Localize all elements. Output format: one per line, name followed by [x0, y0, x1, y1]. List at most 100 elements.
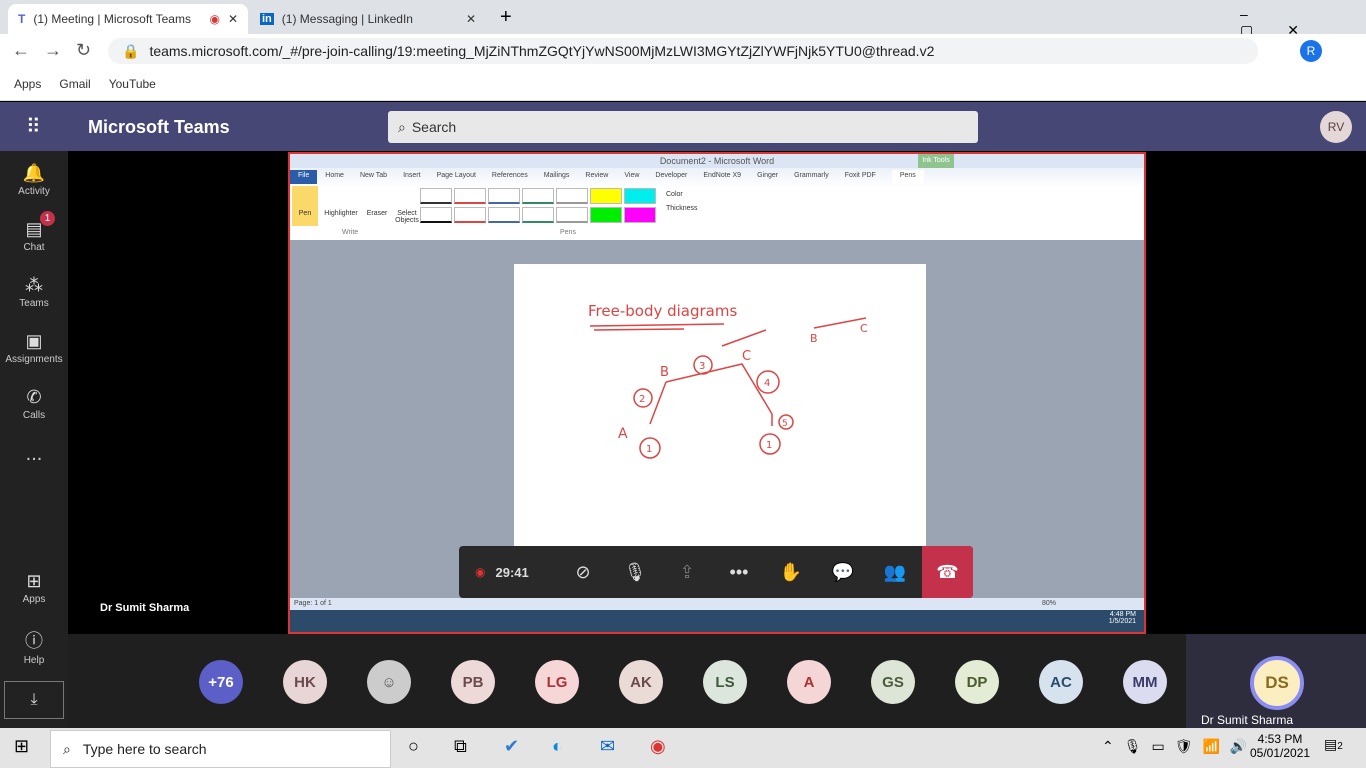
participant-avatar[interactable]: AC	[1039, 660, 1083, 704]
todo-icon[interactable]: ✔	[504, 736, 519, 757]
participant-avatar[interactable]: LS	[703, 660, 747, 704]
pen-swatch[interactable]	[420, 188, 452, 204]
pen-swatch[interactable]	[454, 188, 486, 204]
write-tool[interactable]: Highlighter	[322, 186, 360, 226]
camera-off-button[interactable]: ⊘	[557, 546, 609, 598]
thickness-option[interactable]: Thickness	[666, 202, 698, 216]
label-b2: B	[810, 332, 818, 345]
bookmark-apps[interactable]: Apps	[14, 77, 41, 91]
more-button[interactable]: •••	[713, 546, 765, 598]
label-1b: 1	[766, 440, 772, 451]
pen-swatch[interactable]	[488, 207, 520, 223]
raise-hand-button[interactable]: ✋	[765, 546, 817, 598]
write-tool[interactable]: Select Objects	[394, 186, 420, 226]
pen-swatch[interactable]	[590, 188, 622, 204]
rail-teams[interactable]: ⁂ Teams	[0, 275, 68, 309]
word-tab[interactable]: New Tab	[352, 170, 395, 184]
tab-linkedin[interactable]: in (1) Messaging | LinkedIn ✕	[250, 4, 486, 34]
word-tab[interactable]: View	[616, 170, 647, 184]
url-bar[interactable]: 🔒 teams.microsoft.com/_#/pre-join-calling…	[108, 38, 1258, 64]
download-app-button[interactable]: ⤓	[4, 681, 64, 719]
participant-avatar[interactable]: PB	[451, 660, 495, 704]
pen-swatch[interactable]	[556, 207, 588, 223]
pen-swatch[interactable]	[488, 188, 520, 204]
bookmark-youtube[interactable]: YouTube	[109, 77, 156, 91]
search-input[interactable]: ⌕ Search	[388, 111, 978, 143]
bookmark-gmail[interactable]: Gmail	[59, 77, 90, 91]
label-b: B	[660, 365, 669, 380]
word-tab[interactable]: Foxit PDF	[837, 170, 884, 184]
cortana-icon[interactable]: ○	[408, 736, 419, 757]
participant-avatar[interactable]: AK	[619, 660, 663, 704]
mail-icon[interactable]: ✉	[600, 736, 615, 757]
rail-apps[interactable]: ⊞ Apps	[0, 571, 68, 605]
notification-count: 2	[1337, 741, 1343, 752]
participant-avatar[interactable]: A	[787, 660, 831, 704]
word-tab[interactable]: Ginger	[749, 170, 786, 184]
system-tray[interactable]: ⌃🎙▭🛡📶🔊	[1102, 738, 1257, 755]
pen-swatch[interactable]	[522, 188, 554, 204]
rail-activity[interactable]: 🔔 Activity	[0, 163, 68, 197]
rail-assignments[interactable]: ▣ Assignments	[0, 331, 68, 365]
participant-avatar[interactable]: MM	[1123, 660, 1167, 704]
word-tab[interactable]: Review	[577, 170, 616, 184]
participant-avatar[interactable]: ☺	[367, 660, 411, 704]
word-tab[interactable]: Home	[317, 170, 352, 184]
word-tab[interactable]: File	[290, 170, 318, 184]
rail-help[interactable]: ⓘ Help	[0, 627, 68, 666]
word-ribbon: Document2 - Microsoft Word Ink Tools Fil…	[290, 154, 1144, 240]
word-tab[interactable]: Insert	[395, 170, 429, 184]
notifications-icon[interactable]: ▤2	[1324, 736, 1343, 753]
word-tab[interactable]: Mailings	[536, 170, 578, 184]
pen-swatch[interactable]	[624, 188, 656, 204]
write-tool[interactable]: Eraser	[364, 186, 390, 226]
word-tab[interactable]: Page Layout	[429, 170, 484, 184]
pen-swatch[interactable]	[420, 207, 452, 223]
close-icon[interactable]: ✕	[228, 12, 238, 26]
presenter-avatar: DS	[1250, 656, 1304, 710]
pen-swatch[interactable]	[522, 207, 554, 223]
participants-button[interactable]: 👥	[869, 546, 921, 598]
clock[interactable]: 4:53 PM 05/01/2021	[1250, 732, 1310, 760]
write-tool[interactable]: Pen	[292, 186, 318, 226]
pen-swatch[interactable]	[454, 207, 486, 223]
pen-swatch[interactable]	[624, 207, 656, 223]
word-tab[interactable]: Developer	[647, 170, 695, 184]
participant-avatar[interactable]: +76	[199, 660, 243, 704]
task-view-icon[interactable]: ⧉	[454, 736, 467, 757]
participant-avatar[interactable]: GS	[871, 660, 915, 704]
hang-up-button[interactable]: ☎	[922, 546, 973, 598]
taskbar-search-input[interactable]: ⌕ Type here to search	[50, 730, 391, 768]
rail-more[interactable]: ...	[0, 443, 68, 466]
word-tab[interactable]: Grammarly	[786, 170, 837, 184]
help-icon: ⓘ	[25, 631, 43, 651]
rail-chat[interactable]: ▤ Chat 1	[0, 211, 68, 253]
pen-swatch[interactable]	[556, 188, 588, 204]
mute-button[interactable]: 🎙	[609, 546, 661, 598]
participant-avatar[interactable]: DP	[955, 660, 999, 704]
pen-gallery	[420, 188, 656, 223]
word-tab[interactable]: References	[484, 170, 536, 184]
profile-avatar[interactable]: R	[1300, 40, 1322, 62]
nav-buttons[interactable]: ←→↻	[12, 40, 105, 61]
start-button[interactable]: ⊞	[14, 736, 29, 757]
user-avatar[interactable]: RV	[1320, 111, 1352, 143]
word-title: Document2 - Microsoft Word	[290, 154, 1144, 168]
app-launcher-icon[interactable]: ⠿	[26, 114, 41, 139]
chat-button[interactable]: 💬	[817, 546, 869, 598]
left-rail: 🔔 Activity ▤ Chat 1 ⁂ Teams ▣ Assignments ✆ Ca…	[0, 151, 68, 728]
pen-swatch[interactable]	[590, 207, 622, 223]
tab-teams[interactable]: T (1) Meeting | Microsoft Teams ◉ ✕	[8, 4, 248, 34]
share-button[interactable]: ⇪	[661, 546, 713, 598]
color-option[interactable]: Color	[666, 188, 698, 202]
close-icon[interactable]: ✕	[466, 12, 476, 26]
participant-avatar[interactable]: HK	[283, 660, 327, 704]
rail-calls[interactable]: ✆ Calls	[0, 387, 68, 421]
chrome-icon[interactable]: ◉	[650, 736, 666, 757]
edge-icon[interactable]: ◐	[552, 736, 563, 757]
word-tab[interactable]: EndNote X9	[695, 170, 749, 184]
new-tab-button[interactable]: +	[500, 6, 512, 29]
participant-avatar[interactable]: LG	[535, 660, 579, 704]
word-tab[interactable]: Pens	[891, 170, 924, 184]
word-status-bar: Page: 1 of 1 80%	[290, 598, 1144, 610]
